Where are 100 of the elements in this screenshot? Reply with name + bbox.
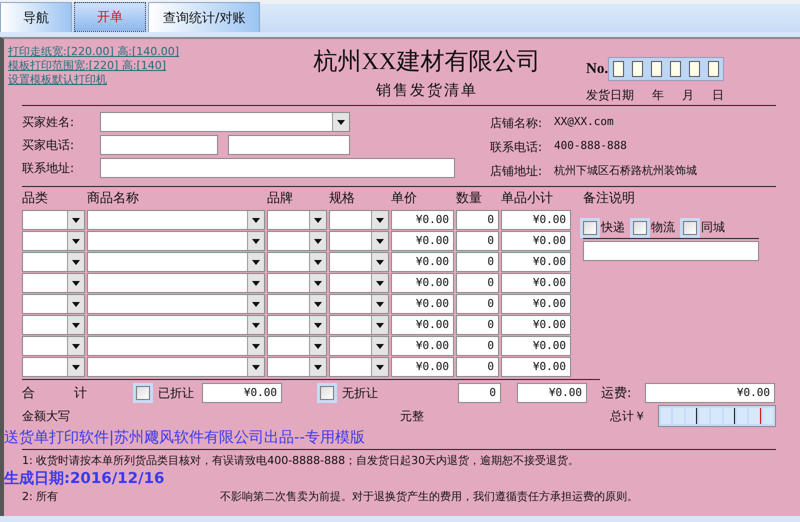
subtotal-field[interactable]: ¥0.00 [501, 315, 571, 335]
price-field[interactable]: ¥0.00 [391, 231, 454, 251]
column-header: 单价 [391, 190, 418, 208]
price-field[interactable]: ¥0.00 [391, 294, 454, 314]
total-quantity-field[interactable]: 0 [458, 383, 501, 403]
quantity-field[interactable]: 0 [456, 294, 499, 314]
spec-dropdown[interactable] [329, 357, 389, 377]
remarks-field[interactable] [583, 241, 759, 261]
quantity-field[interactable]: 0 [456, 210, 499, 230]
checkbox-label: 物流 [651, 219, 675, 236]
grand-total-field[interactable] [658, 405, 776, 427]
category-dropdown[interactable] [22, 252, 85, 272]
price-field[interactable]: ¥0.00 [391, 336, 454, 356]
category-dropdown[interactable] [22, 357, 85, 377]
field-value: 400-888-888 [554, 139, 627, 154]
column-header: 单品小计 [501, 190, 554, 208]
quantity-field[interactable]: 0 [456, 315, 499, 335]
product-dropdown[interactable] [87, 315, 265, 335]
remarks-label: 备注说明 [583, 190, 636, 208]
tab[interactable]: 查询统计/对账 [148, 2, 260, 32]
column-header: 规格 [329, 190, 356, 208]
field-value: XX@XX.com [554, 115, 614, 130]
checkbox-label: 同城 [701, 219, 725, 236]
product-dropdown[interactable] [87, 252, 265, 272]
subtotal-field[interactable]: ¥0.00 [501, 294, 571, 314]
amount-in-words-label: 金额大写 [22, 408, 71, 424]
quantity-field[interactable]: 0 [456, 252, 499, 272]
number-field[interactable] [608, 57, 724, 81]
buyer-name-dropdown[interactable] [100, 112, 350, 132]
field-label: 店铺名称: [490, 115, 542, 132]
product-dropdown[interactable] [87, 294, 265, 314]
checkbox-label: 已折让 [158, 384, 195, 402]
brand-dropdown[interactable] [267, 294, 327, 314]
column-header: 商品名称 [87, 190, 140, 208]
product-dropdown[interactable] [87, 231, 265, 251]
total-label: 合 计 [22, 385, 88, 402]
subtotal-field[interactable]: ¥0.00 [501, 231, 571, 251]
category-dropdown[interactable] [22, 273, 85, 293]
column-header: 品牌 [267, 190, 294, 208]
brand-dropdown[interactable] [267, 273, 327, 293]
price-field[interactable]: ¥0.00 [391, 210, 454, 230]
brand-dropdown[interactable] [267, 252, 327, 272]
spec-dropdown[interactable] [329, 210, 389, 230]
input-field[interactable] [100, 158, 455, 178]
brand-dropdown[interactable] [267, 357, 327, 377]
brand-dropdown[interactable] [267, 231, 327, 251]
category-dropdown[interactable] [22, 336, 85, 356]
field-label: 联系地址: [22, 160, 76, 176]
category-dropdown[interactable] [22, 210, 85, 230]
subtotal-field[interactable]: ¥0.00 [501, 252, 571, 272]
freight-field[interactable]: ¥0.00 [645, 383, 775, 403]
category-dropdown[interactable] [22, 231, 85, 251]
note-text: 2: 所有 [22, 489, 58, 505]
brand-dropdown[interactable] [267, 210, 327, 230]
subtotal-field[interactable]: ¥0.00 [501, 210, 571, 230]
number-label: No. [586, 60, 608, 78]
checkbox-label: 快递 [601, 219, 625, 236]
price-field[interactable]: ¥0.00 [391, 252, 454, 272]
input-field[interactable] [228, 135, 350, 155]
brand-dropdown[interactable] [267, 315, 327, 335]
form-subtitle: 销售发货清单 [376, 81, 478, 100]
stamp-text: 送货单打印软件|苏州飕风软件有限公司出品--专用模版 [4, 428, 365, 447]
subtotal-field[interactable]: ¥0.00 [501, 273, 571, 293]
spec-dropdown[interactable] [329, 231, 389, 251]
checkbox[interactable] [136, 386, 150, 400]
input-field[interactable] [100, 135, 218, 155]
subtotal-field[interactable]: ¥0.00 [501, 357, 571, 377]
quantity-field[interactable]: 0 [456, 336, 499, 356]
grand-total-label: 总计￥ [610, 408, 647, 424]
quantity-field[interactable]: 0 [456, 231, 499, 251]
spec-dropdown[interactable] [329, 294, 389, 314]
column-header: 数量 [456, 190, 483, 208]
product-dropdown[interactable] [87, 273, 265, 293]
date-unit: 年 [652, 87, 664, 104]
tab[interactable]: 导航 [0, 2, 72, 32]
category-dropdown[interactable] [22, 315, 85, 335]
field-label: 买家姓名: [22, 114, 76, 130]
column-header: 品类 [22, 190, 49, 208]
note-text: 1: 收货时请按本单所列货品类目核对，有误请致电400-8888-888；自发货日起30天内退货，逾期恕不接受退货。 [22, 453, 580, 469]
spec-dropdown[interactable] [329, 273, 389, 293]
subtotal-field[interactable]: ¥0.00 [501, 336, 571, 356]
product-dropdown[interactable] [87, 210, 265, 230]
date-unit: 日 [712, 87, 724, 104]
field-value: 杭州下城区石桥路杭州装饰城 [554, 163, 698, 179]
product-dropdown[interactable] [87, 336, 265, 356]
spec-dropdown[interactable] [329, 315, 389, 335]
checkbox[interactable] [320, 386, 334, 400]
product-dropdown[interactable] [87, 357, 265, 377]
category-dropdown[interactable] [22, 294, 85, 314]
total-sum-field[interactable]: ¥0.00 [517, 383, 587, 403]
price-field[interactable]: ¥0.00 [391, 357, 454, 377]
discount-field[interactable]: ¥0.00 [202, 383, 282, 403]
brand-dropdown[interactable] [267, 336, 327, 356]
spec-dropdown[interactable] [329, 252, 389, 272]
quantity-field[interactable]: 0 [456, 357, 499, 377]
price-field[interactable]: ¥0.00 [391, 315, 454, 335]
quantity-field[interactable]: 0 [456, 273, 499, 293]
spec-dropdown[interactable] [329, 336, 389, 356]
checkbox-label: 无折让 [342, 384, 379, 402]
price-field[interactable]: ¥0.00 [391, 273, 454, 293]
